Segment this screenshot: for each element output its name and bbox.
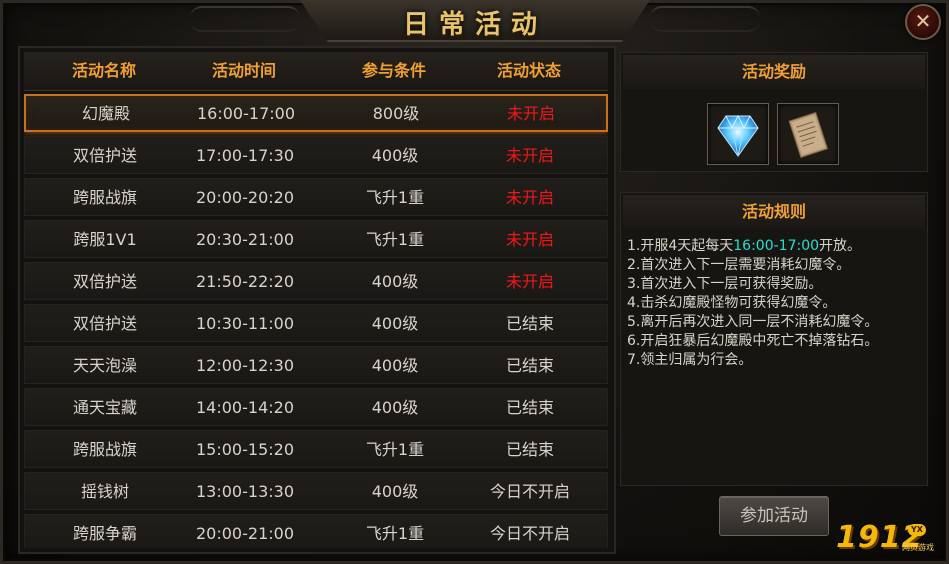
activity-time: 12:00-12:30 bbox=[196, 356, 294, 375]
site-logo: 1912 YX 网页游戏 bbox=[836, 520, 946, 560]
table-row[interactable]: 摇钱树 13:00-13:30 400级 今日不开启 bbox=[24, 472, 608, 510]
reward-title: 活动奖励 bbox=[623, 55, 925, 89]
activity-status: 已结束 bbox=[505, 314, 554, 333]
activity-name: 跨服战旗 bbox=[72, 440, 137, 459]
activity-name: 幻魔殿 bbox=[81, 104, 130, 123]
activity-name: 通天宝藏 bbox=[72, 398, 137, 417]
table-header: 活动名称 活动时间 参与条件 活动状态 bbox=[24, 52, 608, 91]
activity-name: 跨服战旗 bbox=[72, 188, 137, 207]
rules-title: 活动规则 bbox=[623, 195, 925, 229]
activity-status: 已结束 bbox=[505, 398, 554, 417]
activity-time: 14:00-14:20 bbox=[196, 398, 294, 417]
activity-status: 未开启 bbox=[506, 104, 555, 123]
join-activity-button[interactable]: 参加活动 bbox=[719, 496, 829, 536]
activity-time: 10:30-11:00 bbox=[196, 314, 294, 333]
header-status: 活动状态 bbox=[496, 61, 561, 80]
table-row[interactable]: 跨服争霸 20:00-21:00 飞升1重 今日不开启 bbox=[24, 514, 608, 548]
logo-subtitle: 网页游戏 bbox=[902, 543, 934, 552]
rule-highlight-time: 16:00-17:00 bbox=[733, 238, 820, 254]
activity-name: 双倍护送 bbox=[72, 272, 137, 291]
activity-name: 跨服争霸 bbox=[72, 524, 137, 543]
table-row[interactable]: 幻魔殿 16:00-17:00 800级 未开启 bbox=[24, 94, 608, 132]
activity-status: 未开启 bbox=[505, 188, 554, 207]
activity-status: 未开启 bbox=[505, 230, 554, 249]
table-row[interactable]: 双倍护送 21:50-22:20 400级 未开启 bbox=[24, 262, 608, 300]
header-time: 活动时间 bbox=[211, 61, 276, 80]
rules-panel: 活动规则 1.开服4天起每天16:00-17:00开放。 2.首次进入下一层需要… bbox=[620, 192, 928, 486]
rule-line: 7.领主归属为行会。 bbox=[627, 352, 753, 368]
table-row[interactable]: 双倍护送 17:00-17:30 400级 未开启 bbox=[24, 136, 608, 174]
title-ornament-left bbox=[190, 6, 300, 32]
table-row[interactable]: 跨服战旗 15:00-15:20 飞升1重 已结束 bbox=[24, 430, 608, 468]
activity-name: 跨服1V1 bbox=[73, 230, 137, 249]
activity-name: 双倍护送 bbox=[72, 146, 137, 165]
close-button[interactable]: ✕ bbox=[905, 4, 941, 40]
activity-status: 未开启 bbox=[505, 272, 554, 291]
rule-text: 1.开服4天起每天 bbox=[627, 238, 734, 254]
rule-line: 3.首次进入下一层可获得奖励。 bbox=[627, 276, 823, 292]
rules-text: 1.开服4天起每天16:00-17:00开放。 2.首次进入下一层需要消耗幻魔令… bbox=[627, 237, 923, 370]
rule-line: 6.开启狂暴后幻魔殿中死亡不掉落钻石。 bbox=[627, 333, 879, 349]
header-name: 活动名称 bbox=[71, 61, 136, 80]
table-row[interactable]: 跨服战旗 20:00-20:20 飞升1重 未开启 bbox=[24, 178, 608, 216]
activity-time: 13:00-13:30 bbox=[196, 482, 294, 501]
activity-status: 已结束 bbox=[505, 356, 554, 375]
title-ornament-right bbox=[650, 6, 760, 32]
reward-item-diamond[interactable] bbox=[707, 103, 769, 165]
reward-item-scroll[interactable] bbox=[777, 103, 839, 165]
activity-name: 双倍护送 bbox=[72, 314, 137, 333]
activity-name: 摇钱树 bbox=[80, 482, 129, 501]
window-title: 日常活动 bbox=[402, 10, 547, 40]
close-icon: ✕ bbox=[914, 9, 932, 33]
activity-status: 今日不开启 bbox=[489, 524, 570, 543]
rule-line: 4.击杀幻魔殿怪物可获得幻魔令。 bbox=[627, 295, 837, 311]
rule-line: 1.开服4天起每天16:00-17:00开放。 bbox=[627, 237, 923, 256]
logo-badge: YX bbox=[908, 524, 926, 536]
activity-status: 未开启 bbox=[505, 146, 554, 165]
rule-line: 5.离开后再次进入同一层不消耗幻魔令。 bbox=[627, 314, 879, 330]
rule-text: 开放。 bbox=[819, 238, 862, 254]
activity-status: 已结束 bbox=[505, 440, 554, 459]
scroll-icon bbox=[788, 111, 829, 158]
blue-diamond-icon bbox=[717, 114, 759, 157]
table-rows: 幻魔殿 16:00-17:00 800级 未开启 双倍护送 17:00-17:3… bbox=[24, 94, 608, 548]
activity-time: 15:00-15:20 bbox=[196, 440, 294, 459]
activity-time: 20:00-20:20 bbox=[196, 188, 294, 207]
reward-panel: 活动奖励 bbox=[620, 52, 928, 172]
activity-time: 17:00-17:30 bbox=[196, 146, 294, 165]
activity-time: 20:00-21:00 bbox=[196, 524, 294, 543]
activity-status: 今日不开启 bbox=[489, 482, 570, 501]
activity-time: 21:50-22:20 bbox=[196, 272, 294, 291]
activity-time: 20:30-21:00 bbox=[196, 230, 294, 249]
activity-name: 天天泡澡 bbox=[72, 356, 137, 375]
activity-table: 活动名称 活动时间 参与条件 活动状态 幻魔殿 16:00-17:00 800级… bbox=[18, 46, 616, 554]
rule-line: 2.首次进入下一层需要消耗幻魔令。 bbox=[627, 257, 851, 273]
table-row[interactable]: 双倍护送 10:30-11:00 400级 已结束 bbox=[24, 304, 608, 342]
table-row[interactable]: 天天泡澡 12:00-12:30 400级 已结束 bbox=[24, 346, 608, 384]
table-row[interactable]: 通天宝藏 14:00-14:20 400级 已结束 bbox=[24, 388, 608, 426]
activity-time: 16:00-17:00 bbox=[197, 104, 295, 123]
table-row[interactable]: 跨服1V1 20:30-21:00 飞升1重 未开启 bbox=[24, 220, 608, 258]
